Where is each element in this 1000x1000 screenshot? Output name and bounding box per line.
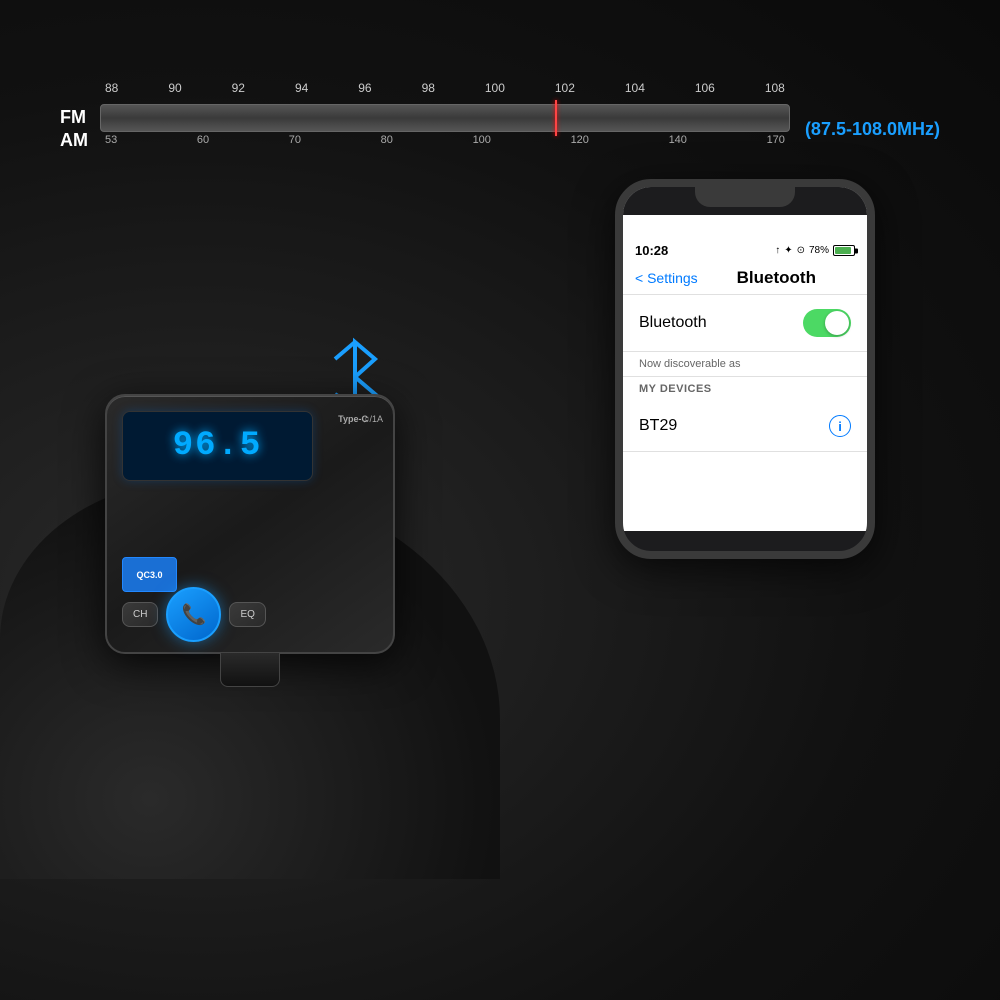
radio-needle bbox=[555, 100, 557, 136]
nav-title: Bluetooth bbox=[698, 268, 855, 288]
amp-label: ♫/1A bbox=[363, 414, 383, 424]
am-labels: 53 60 70 80 100 120 140 170 bbox=[100, 134, 790, 146]
battery-pct: 78% bbox=[809, 245, 829, 256]
back-button[interactable]: < Settings bbox=[635, 270, 698, 286]
freq-range: (87.5-108.0MHz) bbox=[805, 119, 940, 140]
location-icon: ↑ bbox=[775, 245, 780, 256]
display-frequency: 96.5 bbox=[173, 427, 263, 465]
call-button[interactable]: 📞 bbox=[166, 587, 221, 642]
bt-device-row: BT29 i bbox=[623, 401, 867, 452]
phone-icon: 📞 bbox=[182, 602, 207, 627]
bluetooth-setting-row: Bluetooth bbox=[623, 295, 867, 352]
eq-button[interactable]: EQ bbox=[229, 602, 265, 627]
battery-fill bbox=[835, 247, 851, 254]
fm-transmitter-device: 96.5 Type-C ♫/1A QC3.0 CH 📞 bbox=[90, 334, 410, 714]
status-time: 10:28 bbox=[635, 243, 668, 258]
my-devices-header: MY DEVICES bbox=[623, 377, 867, 401]
qc-label: QC3.0 bbox=[136, 570, 162, 580]
camera-notch bbox=[695, 187, 795, 207]
left-side: 96.5 Type-C ♫/1A QC3.0 CH 📞 bbox=[0, 169, 500, 879]
ch-button[interactable]: CH bbox=[122, 602, 158, 627]
device-body: 96.5 Type-C ♫/1A QC3.0 CH 📞 bbox=[105, 394, 395, 654]
phone-top-notch bbox=[623, 187, 867, 215]
radio-bar bbox=[100, 104, 790, 132]
info-icon[interactable]: i bbox=[829, 415, 851, 437]
nav-bar: < Settings Bluetooth bbox=[623, 262, 867, 295]
wifi-icon: ⊙ bbox=[797, 245, 805, 256]
device-display: 96.5 bbox=[122, 411, 313, 481]
bluetooth-toggle[interactable] bbox=[803, 309, 851, 337]
fm-ticks: 88 90 92 94 96 98 100 102 104 106 108 bbox=[100, 81, 790, 95]
status-bar: 10:28 ↑ ✦ ⊙ 78% bbox=[623, 215, 867, 262]
bluetooth-label: Bluetooth bbox=[639, 314, 707, 332]
fm-am-label: FM AM bbox=[60, 106, 88, 153]
device-buttons: CH 📞 EQ bbox=[122, 587, 378, 642]
radio-bar-container: 88 90 92 94 96 98 100 102 104 106 108 53… bbox=[100, 99, 790, 159]
radio-section: FM AM 88 90 92 94 96 98 100 102 104 106 … bbox=[60, 99, 940, 159]
bt-device-name: BT29 bbox=[639, 417, 677, 435]
phone-screen: 10:28 ↑ ✦ ⊙ 78% bbox=[623, 187, 867, 531]
battery-icon bbox=[833, 245, 855, 256]
bluetooth-status-icon: ✦ bbox=[784, 245, 792, 256]
discoverable-text: Now discoverable as bbox=[623, 352, 867, 377]
device-plug bbox=[220, 652, 280, 687]
main-container: Easy Pairing FM AM 88 90 92 94 96 98 100… bbox=[0, 0, 1000, 1000]
smartphone: 10:28 ↑ ✦ ⊙ 78% bbox=[615, 179, 875, 559]
status-icons: ↑ ✦ ⊙ 78% bbox=[775, 245, 855, 256]
